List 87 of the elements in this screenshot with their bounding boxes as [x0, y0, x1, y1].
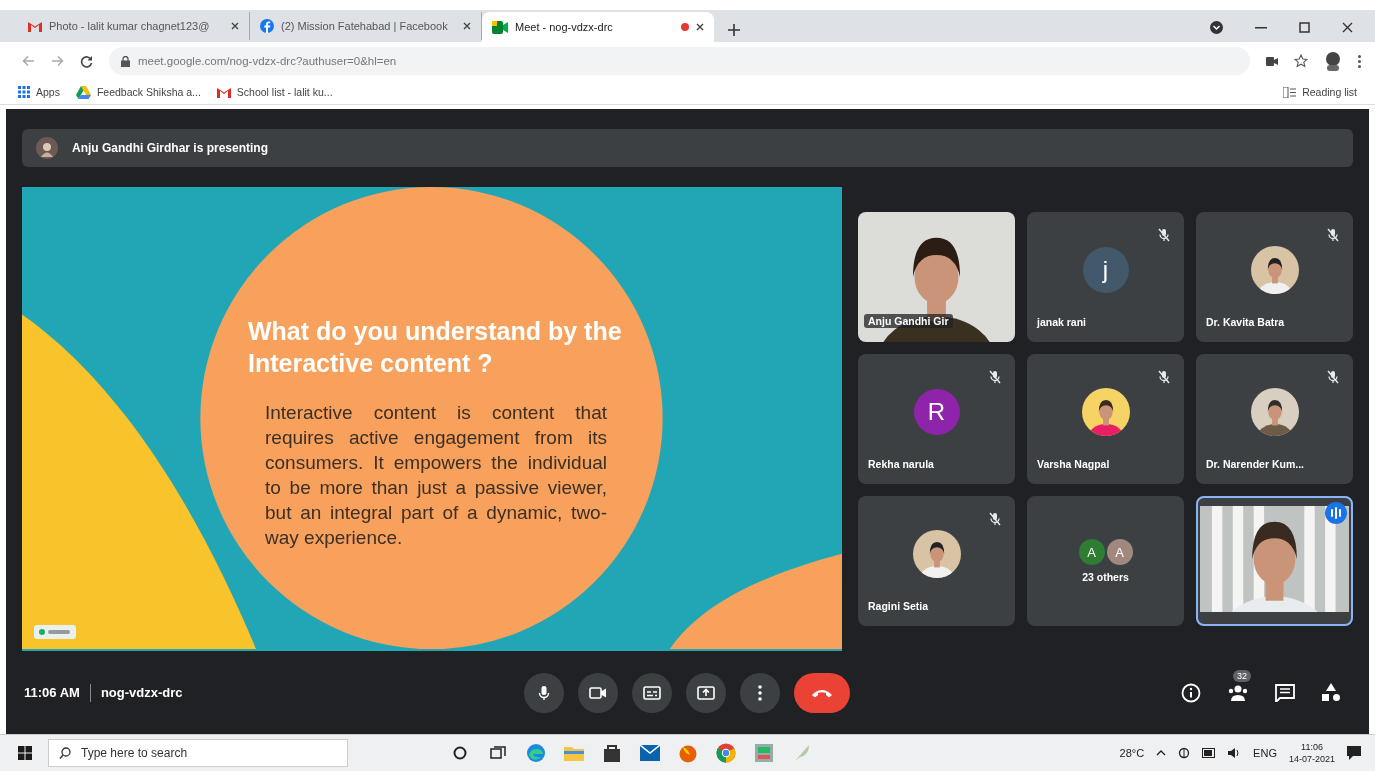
info-icon[interactable] — [1181, 682, 1201, 703]
captions-button[interactable] — [632, 672, 672, 713]
grid-icon — [18, 86, 30, 98]
browser-tab[interactable]: Meet - nog-vdzx-drc — [482, 12, 714, 42]
camera-button[interactable] — [578, 672, 618, 713]
star-icon[interactable] — [1294, 54, 1308, 68]
participant-name: Anju Gandhi Gir — [864, 314, 953, 328]
windows-logo-icon[interactable] — [18, 746, 32, 760]
browser-icon[interactable] — [714, 741, 738, 765]
presenting-text: Anju Gandhi Girdhar is presenting — [72, 141, 269, 155]
participant-tile[interactable]: Dr. Narender Kum... — [1196, 354, 1353, 484]
bookmark-link[interactable]: Feedback Shiksha a... — [75, 85, 201, 99]
reload-icon[interactable] — [80, 54, 93, 68]
participant-tile[interactable]: Ragini Setia — [858, 496, 1015, 626]
participant-name: Varsha Nagpal — [1037, 458, 1110, 470]
browser-icon[interactable] — [524, 741, 548, 765]
meeting-code: nog-vdzx-drc — [100, 685, 183, 700]
participant-tile[interactable]: A A 23 others — [1027, 496, 1184, 626]
lock-icon — [121, 55, 130, 67]
reading-list-button[interactable]: Reading list — [1283, 86, 1357, 98]
search-icon — [59, 747, 71, 759]
avatar-initial: j — [1082, 247, 1129, 293]
triangle-icon — [75, 85, 91, 99]
mail-icon — [216, 86, 231, 98]
address-field[interactable]: meet.google.com/nog-vdzx-drc?authuser=0&hl=en — [109, 47, 1250, 75]
close-icon[interactable] — [696, 23, 704, 31]
presenter-avatar — [36, 137, 58, 159]
phone-hang-up-icon — [811, 687, 833, 698]
participant-name: janak rani — [1037, 316, 1087, 328]
video-camera-icon — [492, 20, 508, 34]
participant-tile[interactable]: j janak rani — [1027, 212, 1184, 342]
taskbar-clock[interactable]: 11:06 14-07-2021 — [1288, 741, 1335, 765]
notification-icon[interactable] — [1347, 746, 1361, 760]
present-screen-icon — [697, 685, 715, 700]
minimize-icon[interactable] — [1255, 26, 1267, 29]
avatar-initial: R — [913, 389, 960, 435]
end-call-button[interactable] — [794, 672, 850, 713]
avatar-initial: A — [1106, 539, 1133, 565]
close-icon[interactable] — [463, 22, 471, 30]
participant-tile[interactable]: Varsha Nagpal — [1027, 354, 1184, 484]
round-f-icon — [260, 19, 274, 33]
slide-logo-icon — [34, 625, 76, 639]
participant-name: Ragini Setia — [868, 600, 929, 612]
avatar-initial: A — [1078, 539, 1105, 565]
network-icon[interactable] — [1178, 747, 1191, 759]
video-camera-icon — [589, 686, 607, 699]
participant-tile[interactable] — [1196, 496, 1353, 626]
participant-name: Rekha narula — [868, 458, 934, 470]
language-indicator[interactable]: ENG — [1253, 747, 1277, 759]
speaker-icon[interactable] — [1228, 747, 1242, 759]
maximize-icon[interactable] — [1299, 22, 1310, 33]
microphone-button[interactable] — [524, 672, 564, 713]
browser-tab[interactable]: (2) Mission Fatehabad | Facebook — [250, 12, 482, 40]
profile-avatar-icon[interactable] — [1324, 51, 1342, 71]
mail-icon — [28, 20, 42, 32]
chevron-up-icon[interactable] — [1156, 750, 1167, 756]
plus-icon[interactable] — [728, 24, 740, 36]
chat-icon[interactable] — [1275, 683, 1295, 702]
clock-time: 11:06 AM — [24, 685, 80, 700]
reading-list-icon — [1283, 86, 1297, 98]
others-count: 23 others — [1082, 571, 1129, 583]
participant-count-badge: 32 — [1233, 669, 1251, 682]
participant-name: Dr. Kavita Batra — [1206, 316, 1285, 328]
battery-icon[interactable] — [1202, 748, 1217, 758]
app-window-icon[interactable] — [752, 741, 776, 765]
participant-tile[interactable]: Anju Gandhi Gir — [858, 212, 1015, 342]
participant-name: Dr. Narender Kum... — [1206, 458, 1305, 470]
camera-icon[interactable] — [1266, 56, 1278, 66]
browser-tab[interactable]: Photo - lalit kumar chagnet123@ — [18, 12, 250, 40]
participant-tile[interactable]: R Rekha narula — [858, 354, 1015, 484]
slide-title: What do you understand by the Interactive content ? — [248, 316, 623, 379]
bookmark-link[interactable]: School list - lalit ku... — [216, 86, 333, 98]
slide-paragraph: Interactive content is content that requires active engagement from its consumers. It empowers the individual to be more than just a passive viewer, but an integral part of a dynamic, two-way experience. — [265, 401, 607, 550]
bookmark-link[interactable]: Apps — [18, 86, 60, 98]
microphone-icon — [538, 684, 550, 701]
more-options-button[interactable] — [740, 672, 780, 713]
activities-icon[interactable] — [1321, 683, 1341, 702]
search-field[interactable]: Type here to search — [48, 739, 348, 767]
weather-temperature: 28°C — [1119, 747, 1145, 759]
close-icon[interactable] — [231, 22, 239, 30]
down-circle-icon[interactable] — [1210, 21, 1223, 34]
close-icon[interactable] — [1342, 22, 1353, 33]
captions-icon — [643, 685, 661, 700]
participant-tile[interactable]: Dr. Kavita Batra — [1196, 212, 1353, 342]
present-screen-button[interactable] — [686, 672, 726, 713]
more-vert-icon — [758, 684, 762, 701]
more-vert-icon[interactable] — [1358, 54, 1361, 68]
